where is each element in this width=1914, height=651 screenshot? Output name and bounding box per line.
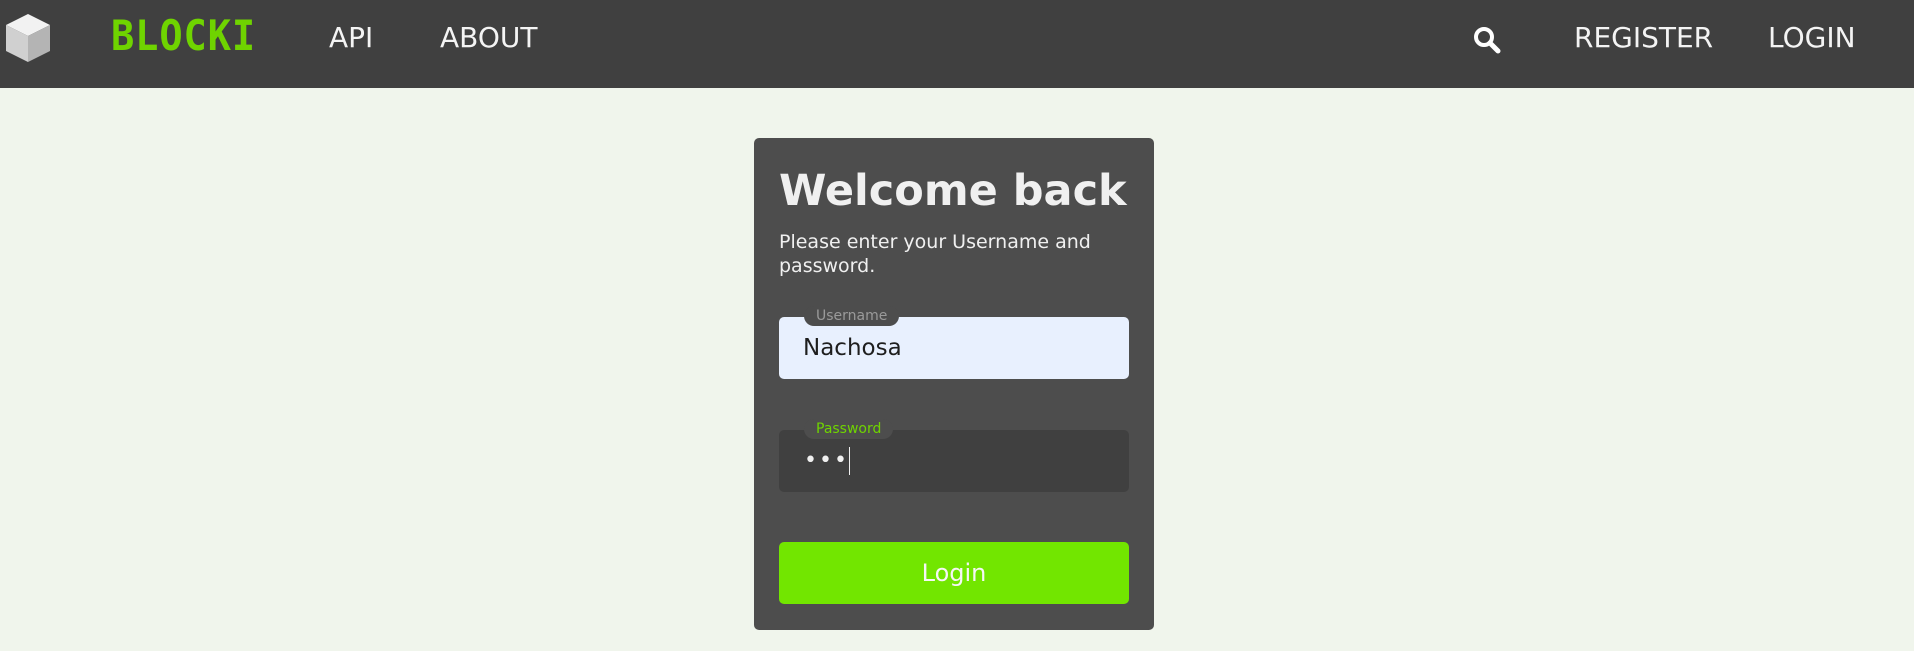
password-masked-value: •••: [804, 448, 849, 473]
nav-link-login[interactable]: LOGIN: [1768, 18, 1856, 58]
login-card: Welcome back Please enter your Username …: [754, 138, 1154, 630]
brand-logo[interactable]: BLOCKI: [111, 14, 256, 58]
text-caret: [848, 447, 850, 475]
username-input[interactable]: [803, 317, 1103, 379]
nav-link-api[interactable]: API: [329, 18, 373, 58]
password-field[interactable]: Password •••: [779, 419, 1129, 492]
search-icon[interactable]: [1472, 25, 1502, 55]
login-button[interactable]: Login: [779, 542, 1129, 604]
nav-link-register[interactable]: REGISTER: [1574, 18, 1713, 58]
password-label: Password: [804, 419, 894, 439]
login-subtitle: Please enter your Username and password.: [779, 231, 1091, 277]
username-field[interactable]: Username: [779, 306, 1129, 379]
cube-logo-icon[interactable]: [4, 12, 52, 64]
password-input[interactable]: •••: [804, 445, 850, 477]
top-navbar: BLOCKI API ABOUT REGISTER LOGIN: [0, 0, 1914, 88]
login-title: Welcome back: [779, 166, 1127, 216]
nav-link-about[interactable]: ABOUT: [440, 18, 538, 58]
